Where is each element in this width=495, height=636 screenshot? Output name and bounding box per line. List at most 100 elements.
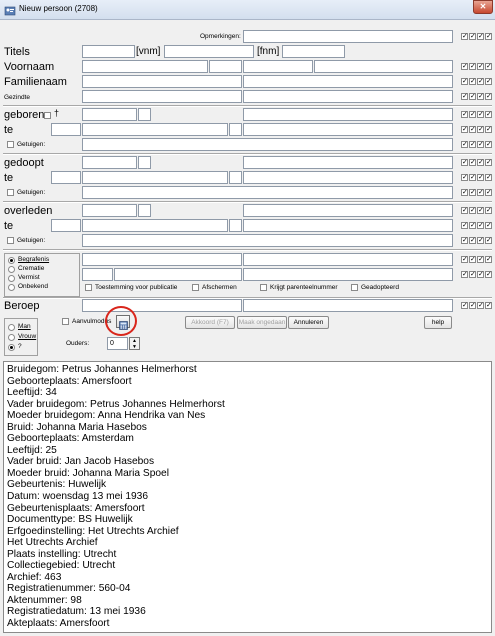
familienaam-note-input[interactable] [243, 75, 453, 88]
privacy-checks-row-5[interactable] [461, 125, 493, 135]
voornaam-input-1[interactable] [82, 60, 208, 73]
radio-onbekend[interactable] [8, 284, 15, 291]
vrouw-label: Vrouw [18, 333, 37, 340]
begrafenis-date-input[interactable] [82, 253, 242, 266]
akkoord-button[interactable]: Akkoord (F7) [185, 316, 235, 329]
gedoopt-place-code[interactable] [51, 171, 81, 184]
gedoopt-date-input[interactable] [82, 156, 137, 169]
gedoopt-place-input[interactable] [82, 171, 228, 184]
overleden-date-input[interactable] [82, 204, 137, 217]
geboren-note-input[interactable] [243, 108, 453, 121]
vnm-input[interactable] [164, 45, 254, 58]
radio-vermist[interactable] [8, 275, 15, 282]
separator [3, 249, 492, 251]
geboren-getuigen-label: Getuigen: [17, 141, 46, 148]
privacy-checks-row-12[interactable] [461, 236, 493, 246]
radio-man[interactable] [8, 324, 15, 331]
privacy-checks-row-7[interactable] [461, 158, 493, 168]
vnm-label: [vnm] [136, 46, 161, 57]
begrafenis-place-input[interactable] [114, 268, 242, 281]
opmerkingen-input[interactable] [243, 30, 453, 43]
annuleren-button[interactable]: Annuleren [288, 316, 329, 329]
privacy-checks-row-1[interactable] [461, 62, 493, 72]
privacy-checks-row-14[interactable] [461, 270, 493, 280]
gedoopt-place-button[interactable] [229, 171, 242, 184]
begrafenis-note-input[interactable] [243, 253, 453, 266]
geboren-extra-input[interactable] [138, 108, 151, 121]
privacy-checks-row-15[interactable] [461, 301, 493, 311]
gedoopt-getuigen-input[interactable] [82, 186, 453, 199]
memo-line: Moeder bruid: Johanna Maria Spoel [7, 467, 169, 479]
geboren-deceased-checkbox[interactable] [44, 112, 51, 119]
privacy-checks-row-13[interactable] [461, 255, 493, 265]
gedoopt-note-input[interactable] [243, 156, 453, 169]
radio-crematie[interactable] [8, 266, 15, 273]
overleden-place-note[interactable] [243, 219, 453, 232]
gedoopt-te-label: te [4, 172, 14, 184]
geboren-place-code[interactable] [51, 123, 81, 136]
privacy-checks-row-0[interactable] [461, 32, 493, 42]
source-text-memo[interactable]: Bruidegom: Petrus Johannes Helmerhorst G… [3, 361, 492, 633]
gedoopt-getuigen-checkbox[interactable] [7, 189, 14, 196]
geadopteerd-checkbox[interactable] [351, 284, 358, 291]
privacy-checks-row-3[interactable] [461, 92, 493, 102]
voornaam-input-3[interactable] [243, 60, 313, 73]
memo-line: Gebeurtenis: Huwelijk [7, 479, 107, 491]
voornaam-input-4[interactable] [314, 60, 453, 73]
gezindte-note-input[interactable] [243, 90, 453, 103]
beroep-label: Beroep [4, 300, 40, 312]
overleden-extra-input[interactable] [138, 204, 151, 217]
aanvulmodus-checkbox[interactable] [62, 318, 69, 325]
radio-vrouw[interactable] [8, 334, 15, 341]
ouders-spinner[interactable]: ▲ ▼ [129, 337, 140, 350]
geboren-date-input[interactable] [82, 108, 137, 121]
begrafenis-place-note[interactable] [243, 268, 453, 281]
gedoopt-place-note[interactable] [243, 171, 453, 184]
overleden-te-label: te [4, 220, 14, 232]
memo-line: Registratienummer: 560-04 [7, 583, 131, 595]
gedoopt-extra-input[interactable] [138, 156, 151, 169]
begrafenis-place-code[interactable] [82, 268, 113, 281]
fnm-label: [fnm] [257, 46, 280, 57]
overleden-place-input[interactable] [82, 219, 228, 232]
fnm-input[interactable] [282, 45, 345, 58]
memo-line: Erfgoedinstelling: Het Utrechts Archief [7, 525, 179, 537]
radio-unknown-gender[interactable] [8, 344, 15, 351]
privacy-checks-row-8[interactable] [461, 173, 493, 183]
privacy-checks-row-2[interactable] [461, 77, 493, 87]
beroep-input[interactable] [82, 299, 242, 312]
privacy-checks-row-11[interactable] [461, 221, 493, 231]
help-button[interactable]: help [424, 316, 452, 329]
ouders-input[interactable]: 0 [107, 337, 128, 350]
familienaam-input[interactable] [82, 75, 242, 88]
geboren-te-label: te [4, 124, 14, 136]
overleden-place-code[interactable] [51, 219, 81, 232]
overleden-note-input[interactable] [243, 204, 453, 217]
toestemming-checkbox[interactable] [85, 284, 92, 291]
geboren-place-input[interactable] [82, 123, 228, 136]
gezindte-select[interactable] [82, 90, 242, 103]
beroep-note-input[interactable] [243, 299, 453, 312]
memo-line: Documenttype: BS Huwelijk [7, 514, 133, 526]
geboren-getuigen-checkbox[interactable] [7, 141, 14, 148]
afschermen-checkbox[interactable] [192, 284, 199, 291]
geboren-place-button[interactable] [229, 123, 242, 136]
close-button[interactable]: ✕ [473, 0, 493, 14]
privacy-checks-row-10[interactable] [461, 206, 493, 216]
geboren-getuigen-input[interactable] [82, 138, 453, 151]
radio-begrafenis[interactable] [8, 257, 15, 264]
krijgt-parenteelnummer-checkbox[interactable] [260, 284, 267, 291]
privacy-checks-row-9[interactable] [461, 188, 493, 198]
privacy-checks-row-4[interactable] [461, 110, 493, 120]
maak-ongedaan-button[interactable]: Maak ongedaan [237, 316, 287, 329]
geboren-place-note[interactable] [243, 123, 453, 136]
voornaam-input-2[interactable] [209, 60, 242, 73]
gezindte-label: Gezindte [4, 94, 31, 101]
overleden-place-button[interactable] [229, 219, 242, 232]
overleden-getuigen-input[interactable] [82, 234, 453, 247]
overleden-getuigen-checkbox[interactable] [7, 237, 14, 244]
privacy-checks-row-6[interactable] [461, 140, 493, 150]
titels-input[interactable] [82, 45, 135, 58]
geadopteerd-label: Geadopteerd [361, 284, 399, 291]
memo-line: Vader bruidegom: Petrus Johannes Helmerh… [7, 398, 225, 410]
